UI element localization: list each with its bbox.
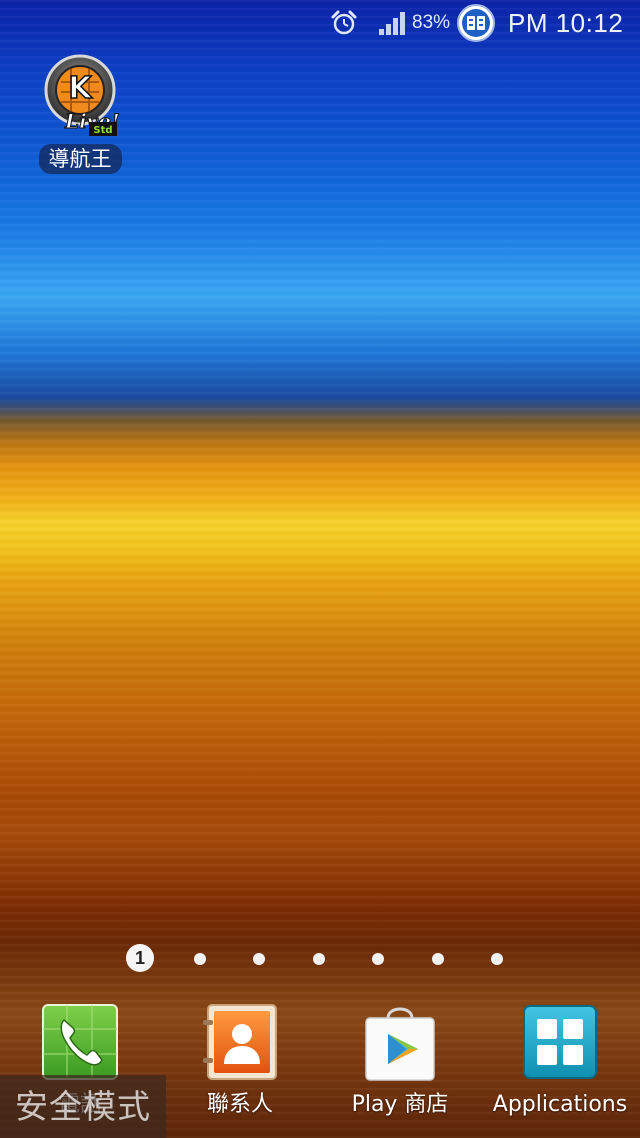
dock-item-contacts[interactable]: 聯系人 (160, 998, 320, 1118)
alarm-icon (330, 0, 358, 46)
signal-strength-icon (378, 0, 408, 46)
page-indicator[interactable]: 1 (0, 944, 640, 974)
svg-text:K: K (68, 71, 93, 106)
page-indicator-current[interactable]: 1 (126, 944, 154, 972)
home-screen[interactable]: 83% PM 10:12 K Live! Std 導航王 1 聯系人 Play … (0, 0, 640, 1138)
kingwaytek-navigation-icon: K Live! Std (39, 52, 121, 140)
sync-badge-icon (456, 0, 496, 46)
dock-item-applications[interactable]: Applications (480, 998, 640, 1118)
applications-grid-icon (520, 1002, 600, 1082)
phone-icon (40, 1002, 120, 1082)
battery-percent: 83% (412, 12, 451, 33)
page-indicator-dot[interactable] (432, 953, 444, 965)
play-store-icon (360, 1002, 440, 1082)
safe-mode-indicator: 安全模式 (0, 1075, 166, 1138)
status-bar[interactable]: 83% PM 10:12 (0, 0, 640, 46)
desktop-app-navigation[interactable]: K Live! Std 導航王 (30, 52, 130, 174)
contacts-icon (200, 1002, 280, 1082)
svg-text:Std: Std (93, 125, 112, 136)
status-clock: PM 10:12 (508, 7, 624, 38)
dock-item-label: Play 商店 (351, 1092, 449, 1117)
dock-item-label: 聯系人 (206, 1092, 273, 1117)
page-indicator-dot[interactable] (372, 953, 384, 965)
page-indicator-dot[interactable] (491, 953, 503, 965)
page-indicator-dot[interactable] (313, 953, 325, 965)
dock-item-label: Applications (492, 1092, 628, 1117)
page-indicator-dot[interactable] (253, 953, 265, 965)
page-indicator-dot[interactable] (194, 953, 206, 965)
desktop-app-label: 導航王 (38, 144, 122, 174)
dock-item-play-store[interactable]: Play 商店 (320, 998, 480, 1118)
